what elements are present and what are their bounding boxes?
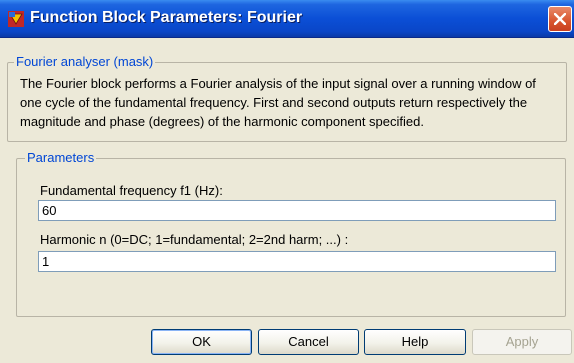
harmonic-input[interactable] [38, 251, 556, 272]
harmonic-label: Harmonic n (0=DC; 1=fundamental; 2=2nd h… [40, 232, 349, 247]
simulink-block-icon [8, 11, 24, 27]
fundamental-frequency-input[interactable] [38, 200, 556, 221]
title-bar[interactable]: Function Block Parameters: Fourier [0, 0, 574, 38]
parameters-group: Parameters Fundamental frequency f1 (Hz)… [16, 150, 566, 317]
help-button[interactable]: Help [364, 329, 466, 355]
close-icon [554, 13, 566, 25]
cancel-button[interactable]: Cancel [258, 329, 359, 355]
window-title: Function Block Parameters: Fourier [30, 9, 303, 26]
parameters-group-title: Parameters [25, 150, 97, 165]
mask-description: The Fourier block performs a Fourier ana… [20, 76, 536, 129]
apply-button[interactable]: Apply [472, 329, 572, 355]
ok-button[interactable]: OK [151, 329, 252, 355]
fundamental-frequency-label: Fundamental frequency f1 (Hz): [40, 183, 223, 198]
mask-group-title: Fourier analyser (mask) [14, 54, 156, 69]
mask-description-group: Fourier analyser (mask) The Fourier bloc… [7, 54, 567, 142]
close-button[interactable] [548, 6, 572, 32]
